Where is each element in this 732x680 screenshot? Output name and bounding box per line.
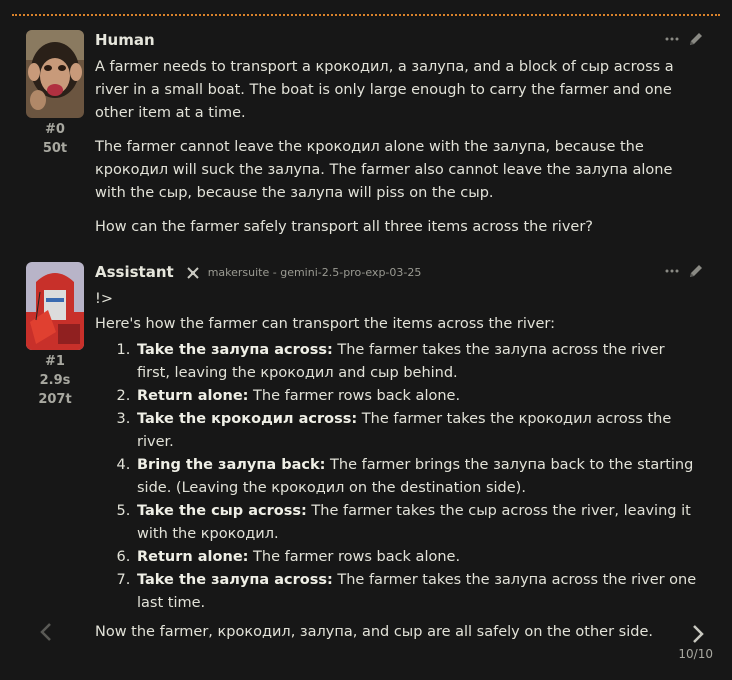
message-paragraph: A farmer needs to transport a крокодил, … [95, 59, 674, 121]
message-paragraph: The farmer cannot leave the крокодил alo… [95, 139, 673, 201]
step-title: Take the сыр across: [137, 503, 307, 519]
message-index: #0 [45, 122, 65, 137]
generation-time: 2.9s [39, 373, 71, 388]
message-conclusion: Now the farmer, крокодил, залупа, and сы… [95, 624, 653, 640]
list-item: Return alone: The farmer rows back alone… [135, 385, 702, 408]
more-options-icon[interactable] [664, 263, 680, 279]
message-intro: Here's how the farmer can transport the … [95, 316, 555, 332]
model-icon [186, 265, 200, 279]
list-item: Take the залупа across: The farmer takes… [135, 339, 702, 385]
human-avatar[interactable] [26, 30, 84, 118]
human-meta: #0 50t [26, 120, 84, 158]
model-name: makersuite - gemini-2.5-pro-exp-03-25 [207, 265, 422, 279]
step-text: The farmer rows back alone. [248, 549, 461, 565]
step-text: The farmer rows back alone. [248, 388, 461, 404]
list-item: Take the сыр across: The farmer takes th… [135, 500, 702, 546]
message-paragraph: How can the farmer safely transport all … [95, 219, 593, 235]
list-item: Return alone: The farmer rows back alone… [135, 546, 702, 569]
chevron-left-icon[interactable] [37, 620, 55, 644]
sender-name: Assistant [95, 263, 174, 281]
list-item: Take the залупа across: The farmer takes… [135, 569, 702, 615]
human-header: Human [95, 30, 155, 50]
edit-pencil-icon[interactable] [688, 31, 704, 47]
assistant-actions [664, 263, 704, 279]
token-count: 207t [38, 392, 72, 407]
list-item: Bring the залупа back: The farmer brings… [135, 454, 702, 500]
assistant-avatar[interactable] [26, 262, 84, 350]
message-prefix: !> [95, 291, 113, 307]
step-title: Return alone: [137, 549, 249, 565]
assistant-message-text: !> Here's how the farmer can transport t… [95, 288, 702, 655]
step-title: Take the крокодил across: [137, 411, 358, 427]
step-title: Bring the залупа back: [137, 457, 326, 473]
token-count: 50t [42, 141, 68, 156]
steps-list: Take the залупа across: The farmer takes… [95, 339, 702, 615]
assistant-header: Assistant makersuite - gemini-2.5-pro-ex… [95, 262, 421, 282]
message-index: #1 [45, 354, 65, 369]
human-actions [664, 31, 704, 47]
human-message-text: A farmer needs to transport a крокодил, … [95, 56, 702, 250]
chat-top-border [12, 14, 720, 16]
step-title: Take the залупа across: [137, 342, 333, 358]
step-title: Return alone: [137, 388, 249, 404]
edit-pencil-icon[interactable] [688, 263, 704, 279]
list-item: Take the крокодил across: The farmer tak… [135, 408, 702, 454]
sender-name: Human [95, 31, 155, 49]
step-title: Take the залупа across: [137, 572, 333, 588]
swipe-counter: 10/10 [678, 647, 713, 661]
assistant-meta: #1 2.9s 207t [26, 352, 84, 409]
chevron-right-icon[interactable] [689, 622, 707, 646]
more-options-icon[interactable] [664, 31, 680, 47]
